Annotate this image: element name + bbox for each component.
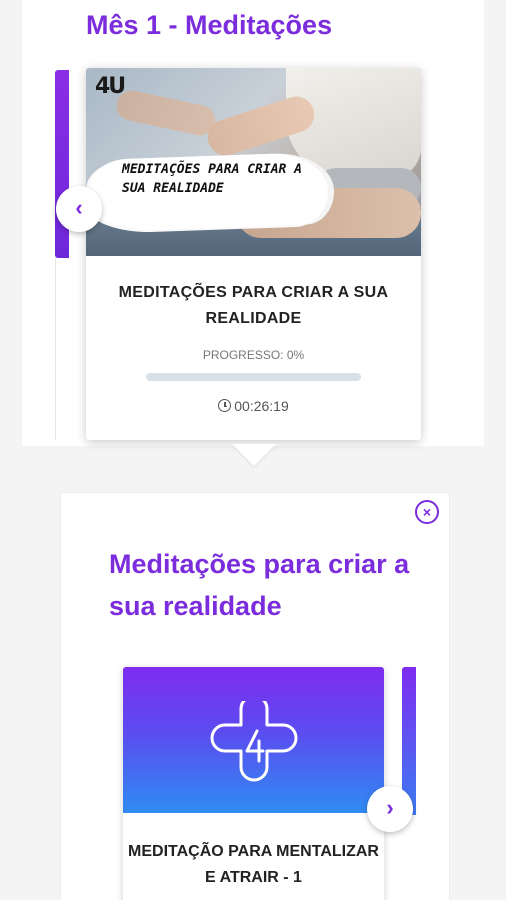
previous-course-card[interactable] bbox=[55, 70, 69, 258]
course-card[interactable]: 4U Meditações para criar a sua realidade… bbox=[86, 68, 421, 440]
clock-icon bbox=[218, 399, 232, 412]
detail-title: Meditações para criar a sua realidade bbox=[109, 549, 410, 621]
section-title: Mês 1 - Meditações bbox=[86, 10, 333, 40]
course-title: MEDITAÇÕES PARA CRIAR A SUA REALIDADE bbox=[118, 284, 389, 327]
previous-course-card-body[interactable] bbox=[55, 258, 70, 440]
lesson-thumbnail bbox=[123, 667, 384, 813]
thumbnail-arm-left bbox=[113, 87, 219, 139]
carousel-prev-button[interactable]: ‹ bbox=[56, 186, 102, 232]
brand-logo: 4U bbox=[95, 74, 126, 99]
course-duration: 00:26:19 bbox=[86, 398, 421, 414]
page: Mês 1 - Meditações 4U Meditações para cr… bbox=[0, 0, 506, 900]
chevron-right-icon: › bbox=[386, 795, 394, 820]
lesson-title: MEDITAÇÃO PARA MENTALIZAR E ATRAIR - 1 bbox=[128, 843, 379, 886]
thumbnail-label-text: Meditações para criar a sua realidade bbox=[122, 162, 303, 196]
lesson-card[interactable]: MEDITAÇÃO PARA MENTALIZAR E ATRAIR - 1 bbox=[123, 667, 384, 900]
progress-bar bbox=[146, 373, 361, 381]
close-button[interactable]: × bbox=[415, 500, 439, 524]
selection-pointer bbox=[232, 444, 276, 466]
close-icon: × bbox=[422, 504, 432, 520]
cross-4-logo-icon bbox=[210, 701, 298, 782]
course-thumbnail: 4U Meditações para criar a sua realidade bbox=[86, 68, 421, 256]
duration-value: 00:26:19 bbox=[234, 398, 289, 414]
carousel-next-button[interactable]: › bbox=[367, 786, 413, 832]
progress-label: PROGRESSO: 0% bbox=[202, 348, 305, 362]
chevron-left-icon: ‹ bbox=[75, 195, 83, 220]
